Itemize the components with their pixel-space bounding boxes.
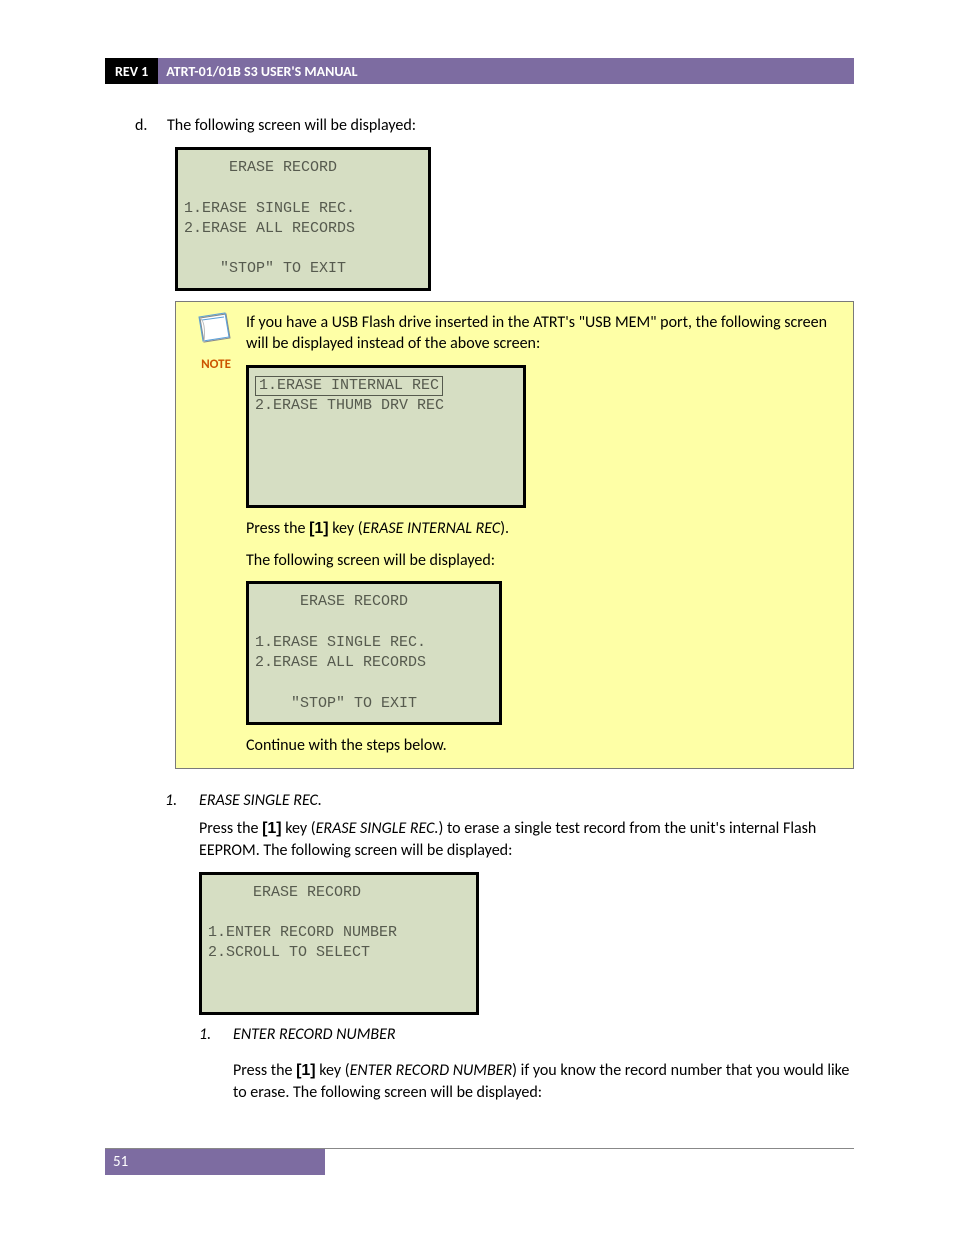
option-1-1-text: Press the [1] key (ENTER RECORD NUMBER) … [233,1060,854,1103]
opt1-pre: Press the [199,819,262,838]
key-1-b: [1] [262,820,282,837]
option-1-body: Press the [1] key (ERASE SINGLE REC.) to… [105,818,854,1015]
note-press-opt: ERASE INTERNAL REC [363,519,501,538]
step-d: d. The following screen will be displaye… [105,116,854,135]
lcd-screen-3: ERASE RECORD 1.ERASE SINGLE REC. 2.ERASE… [246,581,502,725]
page-footer: 51 [105,1148,854,1175]
note-press-pre: Press the [246,519,309,538]
lcd4-title: ERASE RECORD [208,884,361,901]
lcd4-line1: 1.ENTER RECORD NUMBER [208,924,397,941]
option-1-text: Press the [1] key (ERASE SINGLE REC.) to… [199,818,854,861]
lcd-screen-2: 1.ERASE INTERNAL REC 2.ERASE THUMB DRV R… [246,365,526,509]
opt11-pre: Press the [233,1061,296,1080]
note-intro: If you have a USB Flash drive inserted i… [246,312,839,355]
lcd3-line2: 2.ERASE ALL RECORDS [255,654,426,671]
lcd-screen-4: ERASE RECORD 1.ENTER RECORD NUMBER 2.SCR… [199,872,479,1016]
option-1-1-num: 1. [199,1025,233,1044]
lcd3-title: ERASE RECORD [255,593,408,610]
lcd1-title: ERASE RECORD [184,159,337,176]
key-1-c: [1] [296,1062,316,1079]
lcd2-line2: 2.ERASE THUMB DRV REC [255,397,444,414]
note-following: The following screen will be displayed: [246,550,839,572]
manual-title: ATRT-01/01B S3 USER'S MANUAL [158,58,854,84]
lcd1-line1: 1.ERASE SINGLE REC. [184,200,355,217]
lcd4-line2: 2.SCROLL TO SELECT [208,944,370,961]
note-icon [196,312,236,351]
lcd-screen-1: ERASE RECORD 1.ERASE SINGLE REC. 2.ERASE… [175,147,431,291]
option-1-1-body: Press the [1] key (ENTER RECORD NUMBER) … [105,1060,854,1103]
lcd2-line1: 1.ERASE INTERNAL REC [255,376,443,396]
note-left: NOTE [186,312,246,757]
key-1: [1] [309,520,329,537]
note-continue: Continue with the steps below. [246,735,839,757]
note-press-mid: key ( [329,519,363,538]
lcd1-line2: 2.ERASE ALL RECORDS [184,220,355,237]
rev-label: REV 1 [105,58,158,84]
note-press-post: ). [500,519,509,538]
opt11-opt: ENTER RECORD NUMBER [350,1061,513,1080]
page: REV 1 ATRT-01/01B S3 USER'S MANUAL d. Th… [0,0,954,1235]
opt11-mid: key ( [316,1061,350,1080]
step-d-marker: d. [135,116,167,135]
option-1-1-head: ENTER RECORD NUMBER [233,1025,396,1044]
page-number: 51 [105,1149,325,1175]
option-1-num: 1. [165,791,199,810]
lcd3-line1: 1.ERASE SINGLE REC. [255,634,426,651]
header-bar: REV 1 ATRT-01/01B S3 USER'S MANUAL [105,58,854,84]
opt1-mid: key ( [282,819,316,838]
option-1: 1. ERASE SINGLE REC. [105,791,854,810]
lcd3-footer: "STOP" TO EXIT [255,695,417,712]
lcd-screen-1-wrapper: ERASE RECORD 1.ERASE SINGLE REC. 2.ERASE… [175,147,854,291]
lcd1-footer: "STOP" TO EXIT [184,260,346,277]
step-d-text: The following screen will be displayed: [167,116,416,135]
page-body: d. The following screen will be displaye… [105,84,854,1103]
note-block: NOTE If you have a USB Flash drive inser… [175,301,854,770]
note-press-line: Press the [1] key (ERASE INTERNAL REC). [246,518,839,540]
note-label: NOTE [186,357,246,372]
opt1-opt: ERASE SINGLE REC. [316,819,439,838]
option-1-1: 1. ENTER RECORD NUMBER [105,1025,854,1044]
option-1-head: ERASE SINGLE REC. [199,791,322,810]
note-right: If you have a USB Flash drive inserted i… [246,312,839,757]
